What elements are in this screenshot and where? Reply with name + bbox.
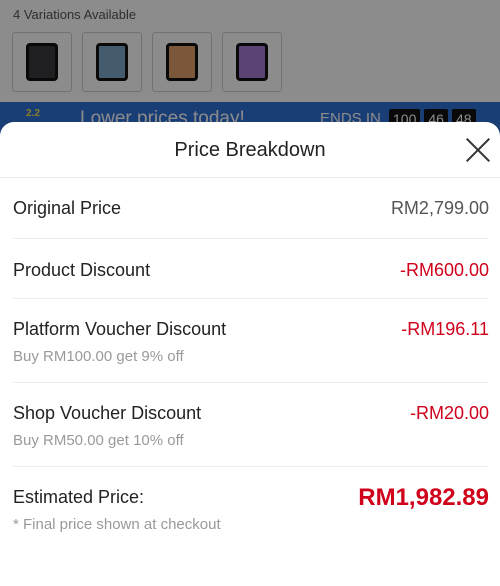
sheet-title: Price Breakdown xyxy=(174,139,326,161)
row-subtext: Buy RM50.00 get 10% off xyxy=(13,432,184,449)
breakdown-row-platform-voucher: Platform Voucher Discount Buy RM100.00 g… xyxy=(13,299,489,383)
estimated-price-note: * Final price shown at checkout xyxy=(13,516,221,533)
row-value: -RM196.11 xyxy=(401,319,489,339)
breakdown-list: Original Price RM2,799.00 Product Discou… xyxy=(0,178,500,547)
close-icon[interactable] xyxy=(464,136,492,164)
sheet-header: Price Breakdown xyxy=(0,122,500,178)
row-value: -RM600.00 xyxy=(399,260,489,280)
price-breakdown-sheet: Price Breakdown Original Price RM2,799.0… xyxy=(0,122,500,586)
breakdown-row-shop-voucher: Shop Voucher Discount Buy RM50.00 get 10… xyxy=(13,383,489,467)
row-subtext: Buy RM100.00 get 9% off xyxy=(13,348,184,365)
row-value: -RM20.00 xyxy=(409,403,489,423)
row-value: RM2,799.00 xyxy=(390,198,489,218)
estimated-price-row: Estimated Price: * Final price shown at … xyxy=(13,467,489,547)
breakdown-row-original-price: Original Price RM2,799.00 xyxy=(13,178,489,239)
breakdown-row-product-discount: Product Discount -RM600.00 xyxy=(13,239,489,299)
estimated-price-value: RM1,982.89 xyxy=(358,484,489,511)
